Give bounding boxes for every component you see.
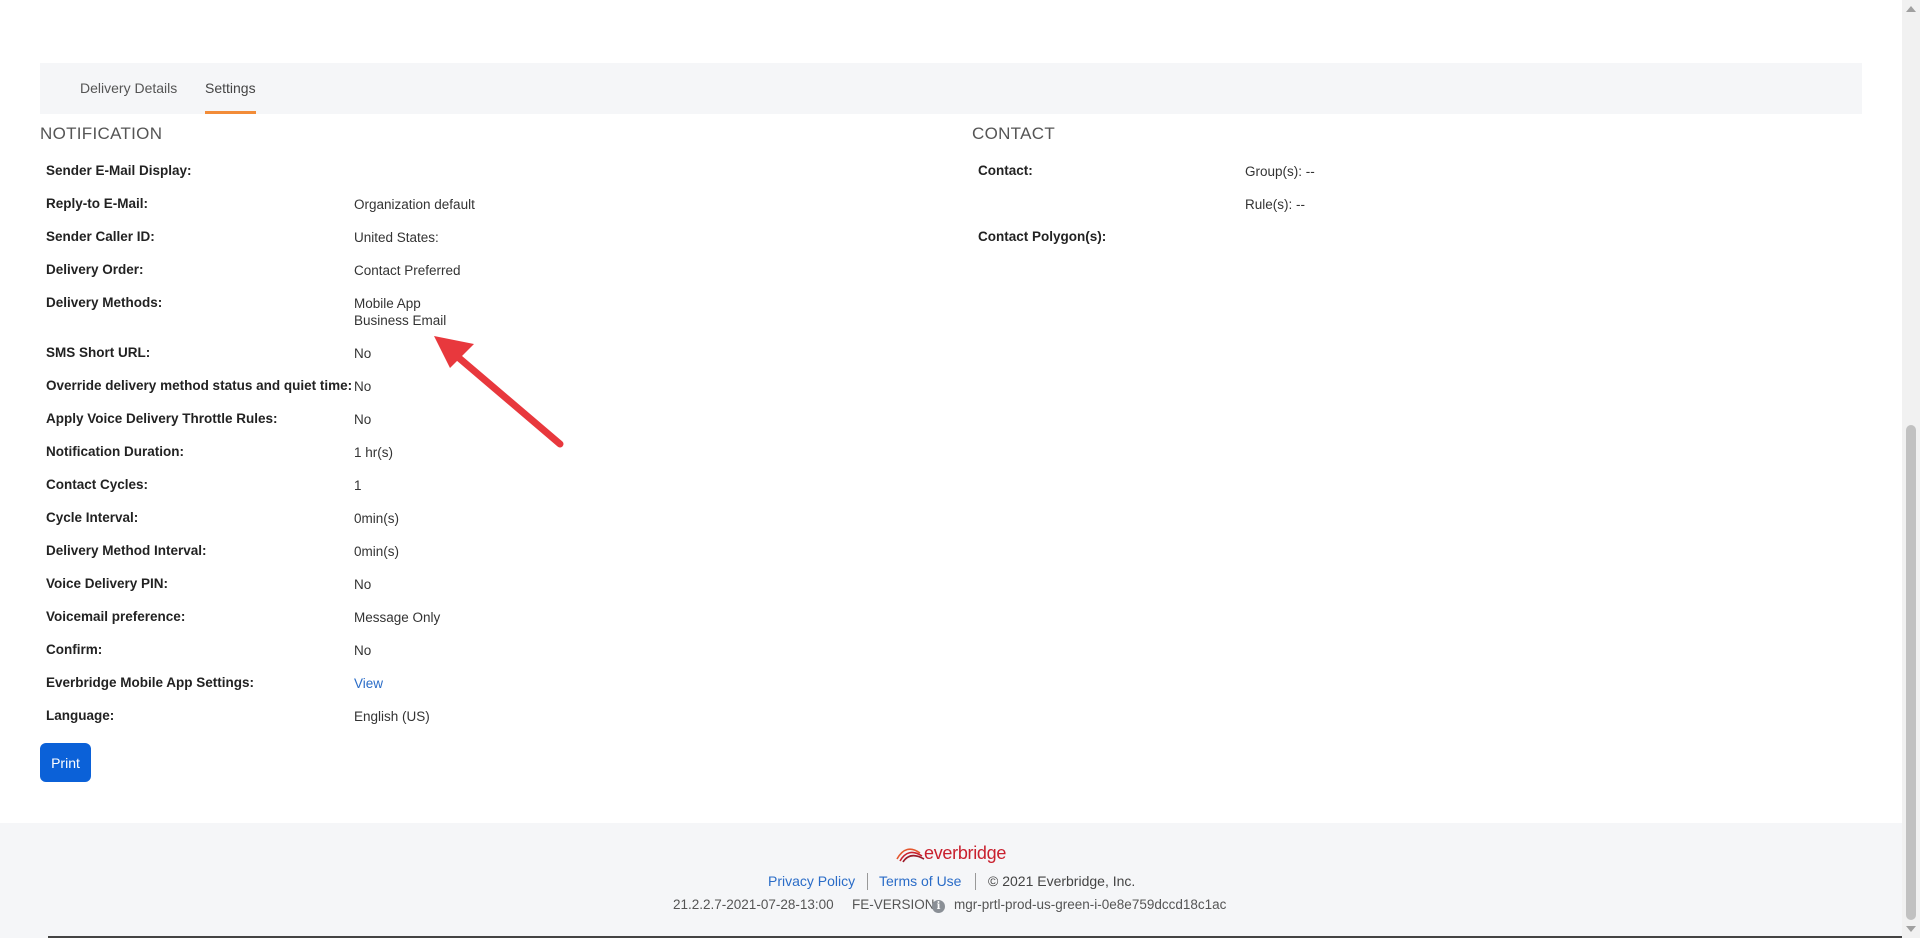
contact-section-title: CONTACT bbox=[972, 124, 1055, 143]
mobile-app-settings-view-link[interactable]: View bbox=[354, 675, 383, 692]
notification-duration-label: Notification Duration: bbox=[46, 444, 184, 459]
language-label: Language: bbox=[46, 708, 115, 723]
delivery-method-interval-value: 0min(s) bbox=[354, 544, 400, 559]
mobile-app-settings-label: Everbridge Mobile App Settings: bbox=[46, 675, 255, 690]
tab-settings[interactable]: Settings bbox=[205, 63, 256, 114]
reply-to-email-label: Reply-to E-Mail: bbox=[46, 196, 149, 211]
voice-delivery-pin-label: Voice Delivery PIN: bbox=[46, 576, 169, 591]
footer-separator bbox=[867, 873, 868, 890]
print-button[interactable]: Print bbox=[40, 743, 91, 782]
notification-duration-value: 1 hr(s) bbox=[354, 445, 394, 460]
fe-version-label: FE-VERSION bbox=[852, 897, 935, 912]
scroll-up-icon[interactable] bbox=[1906, 6, 1916, 12]
override-delivery-value: No bbox=[354, 379, 372, 394]
cycle-interval-label: Cycle Interval: bbox=[46, 510, 139, 525]
contact-cycles-value: 1 bbox=[354, 478, 362, 493]
voice-delivery-pin-value: No bbox=[354, 577, 372, 592]
delivery-methods-label: Delivery Methods: bbox=[46, 295, 163, 310]
info-icon[interactable]: i bbox=[932, 900, 945, 913]
sms-short-url-label: SMS Short URL: bbox=[46, 345, 151, 360]
logo-bridge-text: bridge bbox=[957, 843, 1007, 863]
tab-delivery-details[interactable]: Delivery Details bbox=[80, 63, 177, 114]
contact-polygons-label: Contact Polygon(s): bbox=[978, 229, 1107, 244]
contact-groups-value: Group(s): -- bbox=[1245, 164, 1315, 179]
language-value: English (US) bbox=[354, 709, 430, 724]
everbridge-logo-mark-icon bbox=[896, 848, 925, 863]
voicemail-preference-label: Voicemail preference: bbox=[46, 609, 186, 624]
tabs-bar: Delivery Details Settings bbox=[40, 63, 1862, 114]
voice-throttle-label: Apply Voice Delivery Throttle Rules: bbox=[46, 411, 278, 426]
contact-rules-value: Rule(s): -- bbox=[1245, 197, 1305, 212]
annotation-arrow-icon bbox=[434, 336, 564, 448]
voicemail-preference-value: Message Only bbox=[354, 610, 441, 625]
delivery-method-mobile-app: Mobile App bbox=[354, 296, 421, 311]
footer-separator bbox=[975, 873, 976, 890]
delivery-method-interval-label: Delivery Method Interval: bbox=[46, 543, 207, 558]
scroll-down-icon[interactable] bbox=[1906, 926, 1916, 932]
voice-throttle-value: No bbox=[354, 412, 372, 427]
sender-email-display-label: Sender E-Mail Display: bbox=[46, 163, 192, 178]
delivery-order-value: Contact Preferred bbox=[354, 263, 461, 278]
notification-section-title: NOTIFICATION bbox=[40, 124, 163, 143]
page: Delivery Details Settings NOTIFICATION S… bbox=[0, 0, 1920, 938]
copyright-text: © 2021 Everbridge, Inc. bbox=[988, 873, 1136, 889]
sms-short-url-value: No bbox=[354, 346, 372, 361]
contact-cycles-label: Contact Cycles: bbox=[46, 477, 149, 492]
logo-ever-text: ever bbox=[924, 843, 958, 863]
sender-caller-id-label: Sender Caller ID: bbox=[46, 229, 155, 244]
confirm-label: Confirm: bbox=[46, 642, 103, 657]
reply-to-email-value: Organization default bbox=[354, 197, 475, 212]
confirm-value: No bbox=[354, 643, 372, 658]
server-id-text: mgr-prtl-prod-us-green-i-0e8e759dccd18c1… bbox=[954, 897, 1227, 912]
privacy-policy-link[interactable]: Privacy Policy bbox=[768, 873, 855, 889]
scrollbar-thumb[interactable] bbox=[1906, 425, 1916, 920]
terms-of-use-link[interactable]: Terms of Use bbox=[879, 873, 961, 889]
vertical-scrollbar[interactable] bbox=[1902, 0, 1920, 938]
contact-label: Contact: bbox=[978, 163, 1033, 178]
footer: everbridge Privacy Policy Terms of Use ©… bbox=[0, 823, 1902, 938]
delivery-order-label: Delivery Order: bbox=[46, 262, 144, 277]
build-version-text: 21.2.2.7-2021-07-28-13:00 bbox=[673, 897, 834, 912]
cycle-interval-value: 0min(s) bbox=[354, 511, 400, 526]
override-delivery-label: Override delivery method status and quie… bbox=[46, 378, 353, 393]
sender-caller-id-value: United States: bbox=[354, 230, 439, 245]
